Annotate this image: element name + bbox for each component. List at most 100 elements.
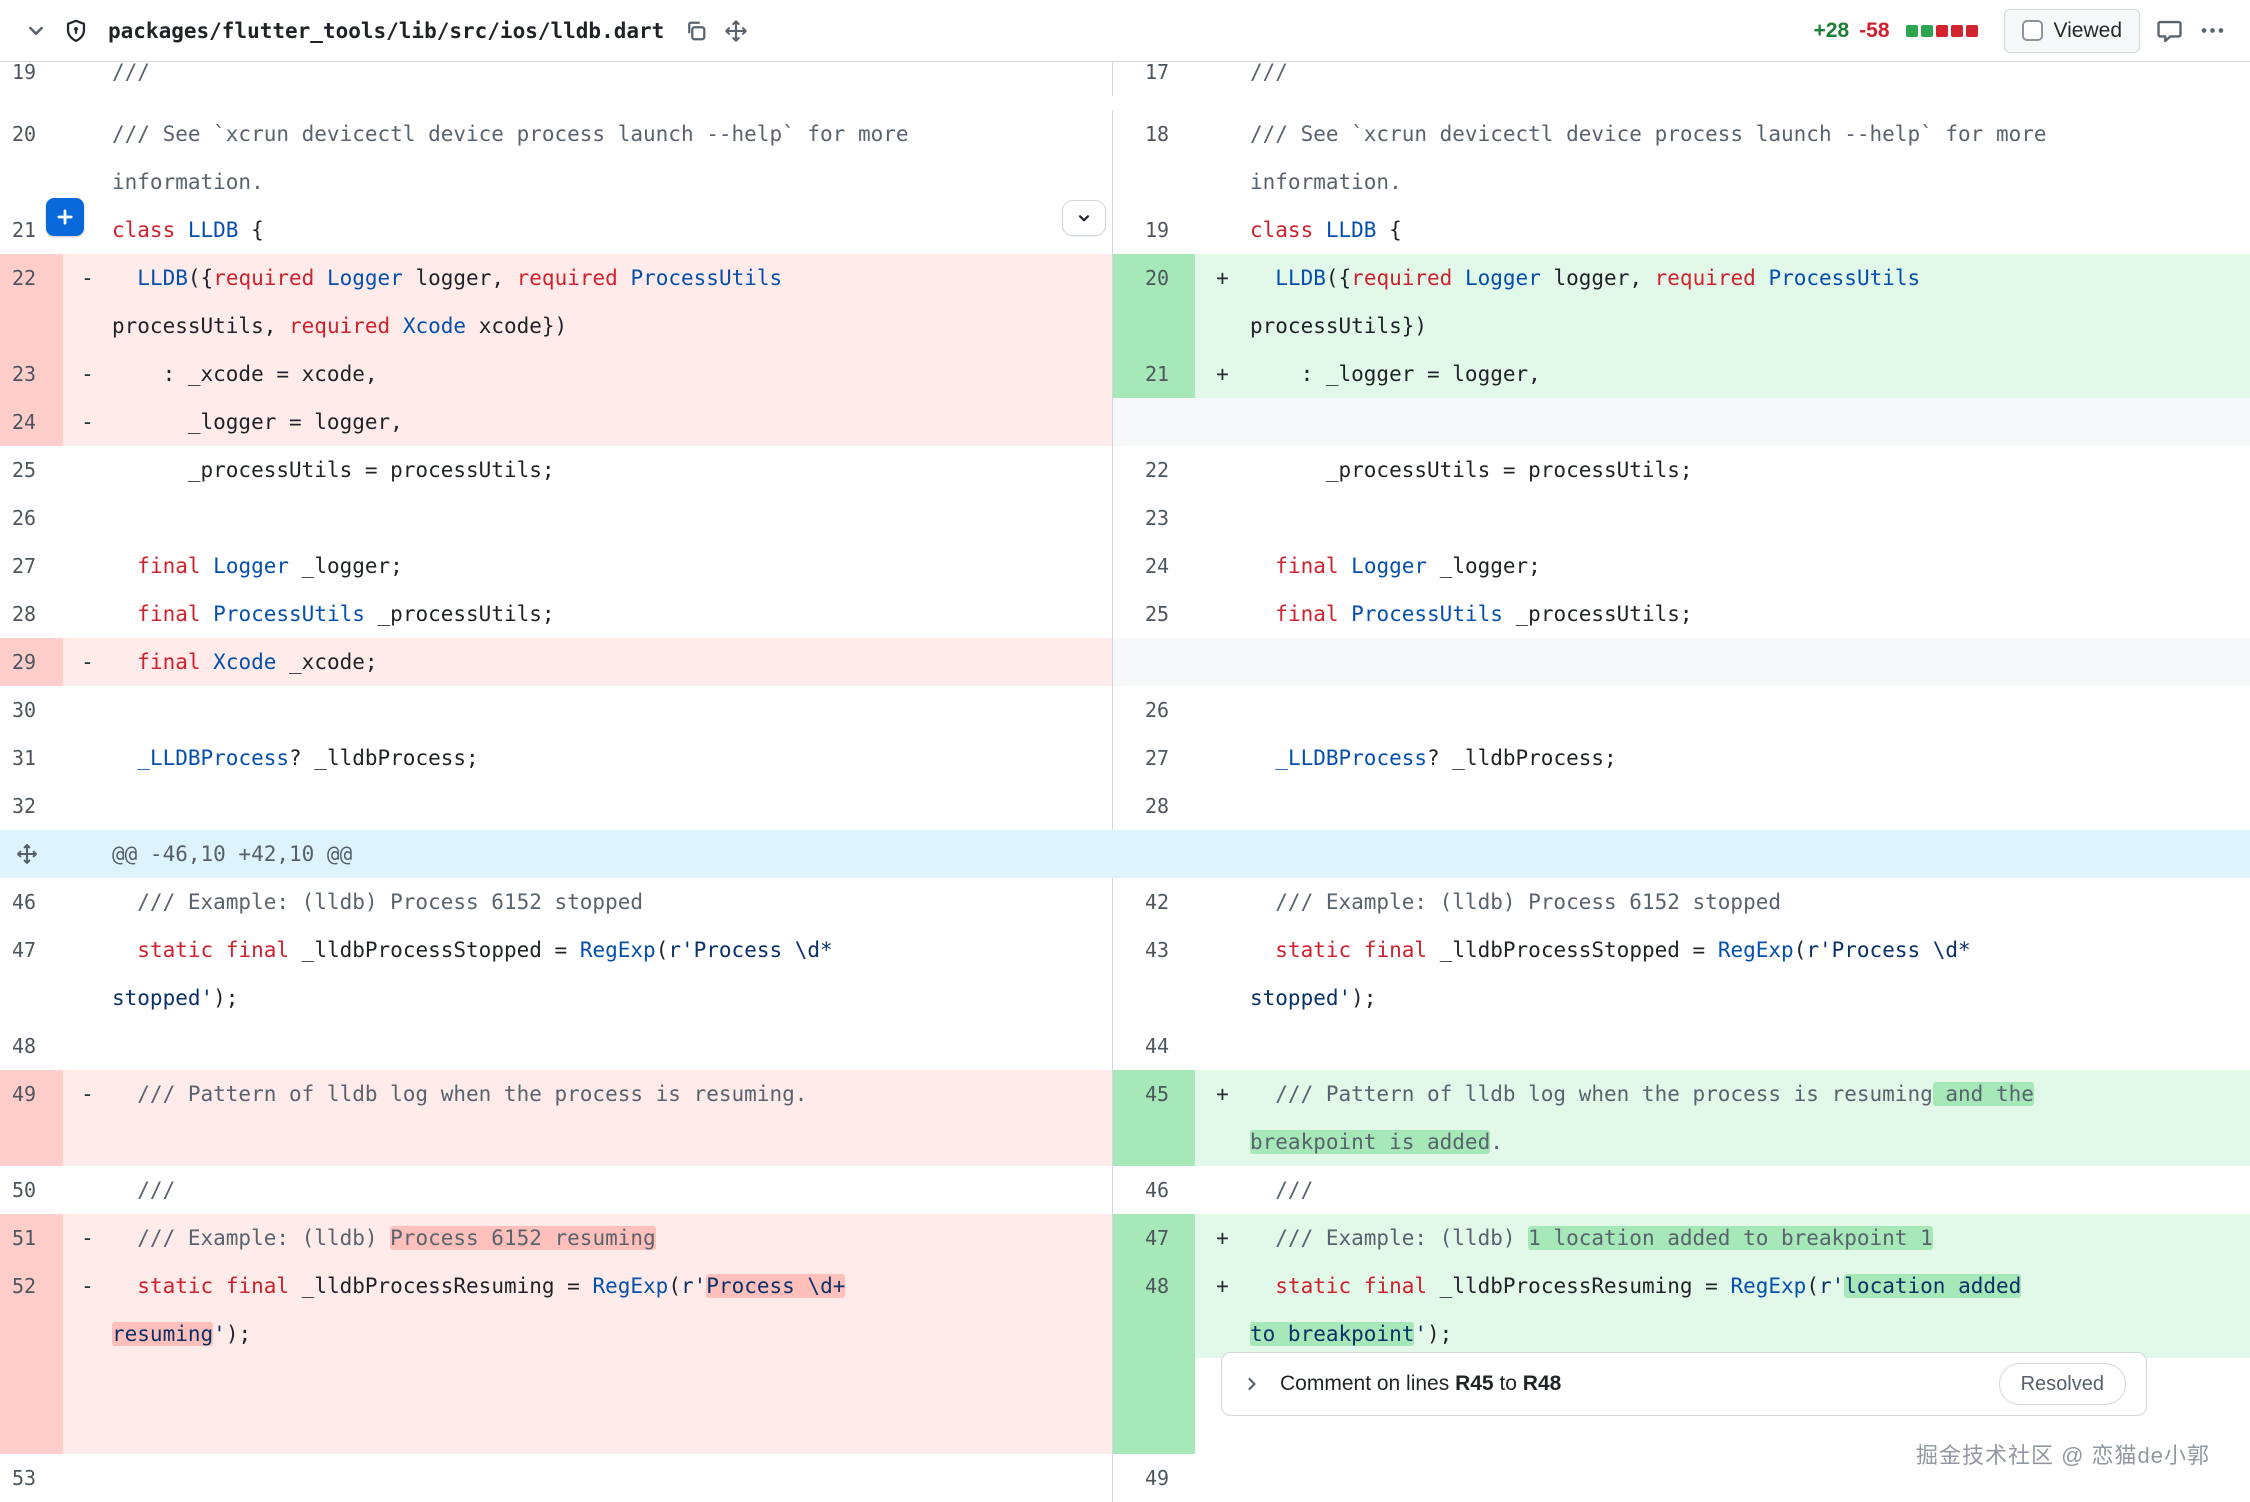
diff-cell-left: 46 /// Example: (lldb) Process 6152 stop… bbox=[0, 878, 1112, 926]
add-comment-button[interactable] bbox=[46, 198, 84, 236]
hunk-drag-icon[interactable] bbox=[16, 843, 38, 870]
line-number[interactable]: 46 bbox=[1113, 1166, 1195, 1214]
diffstat-block bbox=[1906, 25, 1918, 37]
line-number[interactable]: 47 bbox=[0, 926, 63, 1022]
diff-cell-right: 48+ static final _lldbProcessResuming = … bbox=[1112, 1262, 2250, 1358]
code-line: static final _lldbProcessResuming = RegE… bbox=[1250, 1262, 2242, 1310]
line-number[interactable]: 21 bbox=[1113, 350, 1195, 398]
line-number[interactable]: 29 bbox=[0, 638, 63, 686]
comment-icon[interactable] bbox=[2156, 17, 2183, 44]
diff-sign: - bbox=[63, 1214, 112, 1262]
line-number[interactable]: 23 bbox=[1113, 494, 1195, 542]
code-line: /// See `xcrun devicectl device process … bbox=[112, 110, 1104, 158]
line-number[interactable]: 26 bbox=[1113, 686, 1195, 734]
viewed-button[interactable]: Viewed bbox=[2004, 9, 2141, 53]
line-number[interactable]: 27 bbox=[0, 542, 63, 590]
diff-sign bbox=[63, 1358, 112, 1454]
line-number[interactable]: 20 bbox=[0, 110, 63, 206]
line-number[interactable]: 22 bbox=[0, 254, 63, 350]
line-number[interactable]: 51 bbox=[0, 1214, 63, 1262]
code-line: /// bbox=[1250, 62, 2242, 96]
diff-cell-right: 26 bbox=[1112, 686, 2250, 734]
diff-row: 25 _processUtils = processUtils;22 _proc… bbox=[0, 446, 2250, 494]
kebab-menu-icon[interactable] bbox=[2199, 17, 2226, 44]
line-number[interactable]: 48 bbox=[0, 1022, 63, 1070]
line-number[interactable]: 44 bbox=[1113, 1022, 1195, 1070]
line-number[interactable]: 46 bbox=[0, 878, 63, 926]
line-number bbox=[1113, 638, 1195, 686]
code-line: static final _lldbProcessStopped = RegEx… bbox=[1250, 926, 2242, 974]
comment-prefix: Comment on lines bbox=[1280, 1372, 1455, 1395]
move-icon[interactable] bbox=[724, 19, 748, 43]
line-number[interactable]: 50 bbox=[0, 1166, 63, 1214]
diff-sign bbox=[63, 926, 112, 1022]
line-number[interactable]: 42 bbox=[1113, 878, 1195, 926]
diff-cell-left: 47 static final _lldbProcessStopped = Re… bbox=[0, 926, 1112, 1022]
collapsed-thread-indicator[interactable] bbox=[1062, 200, 1106, 236]
line-number[interactable]: 47 bbox=[1113, 1214, 1195, 1262]
diff-sign bbox=[63, 590, 112, 638]
line-number[interactable]: 19 bbox=[1113, 206, 1195, 254]
diff-row: 47 static final _lldbProcessStopped = Re… bbox=[0, 926, 2250, 1022]
diff-sign bbox=[1195, 782, 1250, 830]
viewed-checkbox[interactable] bbox=[2022, 20, 2043, 41]
diff-sign bbox=[1195, 206, 1250, 254]
line-number[interactable]: 30 bbox=[0, 686, 63, 734]
line-number[interactable]: 48 bbox=[1113, 1262, 1195, 1358]
diff-cell-right bbox=[1112, 398, 2250, 446]
chevron-down-icon[interactable] bbox=[24, 19, 48, 43]
line-number[interactable]: 43 bbox=[1113, 926, 1195, 1022]
comment-thread[interactable]: Comment on lines R45 to R48 Resolved bbox=[1221, 1352, 2147, 1416]
diffstat-block bbox=[1936, 25, 1948, 37]
diff-sign bbox=[1195, 542, 1250, 590]
diff-cell-left: 28 final ProcessUtils _processUtils; bbox=[0, 590, 1112, 638]
line-number[interactable]: 22 bbox=[1113, 446, 1195, 494]
deletions-count: -58 bbox=[1859, 19, 1889, 43]
diff-sign bbox=[63, 1454, 112, 1502]
line-number[interactable]: 24 bbox=[1113, 542, 1195, 590]
line-number[interactable]: 26 bbox=[0, 494, 63, 542]
diff-sign bbox=[1195, 638, 1250, 686]
copy-icon[interactable] bbox=[684, 19, 708, 43]
diff-sign bbox=[1195, 446, 1250, 494]
line-number[interactable]: 28 bbox=[0, 590, 63, 638]
line-number[interactable]: 28 bbox=[1113, 782, 1195, 830]
code-line bbox=[1250, 686, 2242, 734]
diff-sign: + bbox=[1195, 1070, 1250, 1166]
hunk-row[interactable]: @@ -46,10 +42,10 @@ bbox=[0, 830, 2250, 878]
diff-sign: - bbox=[63, 1070, 112, 1166]
diff-cell-right: 44 bbox=[1112, 1022, 2250, 1070]
diff-cell-left: 23- : _xcode = xcode, bbox=[0, 350, 1112, 398]
diff-cell-right: 47+ /// Example: (lldb) 1 location added… bbox=[1112, 1214, 2250, 1262]
diff-sign: + bbox=[1195, 254, 1250, 350]
code-line: /// Example: (lldb) Process 6152 stopped bbox=[1250, 878, 2242, 926]
line-number[interactable]: 52 bbox=[0, 1262, 63, 1358]
line-number[interactable]: 49 bbox=[1113, 1454, 1195, 1502]
line-number[interactable]: 25 bbox=[0, 446, 63, 494]
line-number[interactable]: 23 bbox=[0, 350, 63, 398]
diff-cell-right: 25 final ProcessUtils _processUtils; bbox=[1112, 590, 2250, 638]
line-number[interactable]: 53 bbox=[0, 1454, 63, 1502]
line-number[interactable]: 24 bbox=[0, 398, 63, 446]
diff-row: 46 /// Example: (lldb) Process 6152 stop… bbox=[0, 878, 2250, 926]
line-number[interactable]: 20 bbox=[1113, 254, 1195, 350]
code-line: resuming'); bbox=[112, 1310, 1104, 1358]
code-line: LLDB({required Logger logger, required P… bbox=[112, 254, 1104, 302]
line-number[interactable]: 27 bbox=[1113, 734, 1195, 782]
line-number[interactable]: 45 bbox=[1113, 1070, 1195, 1166]
diff-rows: 19///17///20/// See `xcrun devicectl dev… bbox=[0, 62, 2250, 1502]
line-number[interactable]: 19 bbox=[0, 62, 63, 96]
code-line: static final _lldbProcessResuming = RegE… bbox=[112, 1262, 1104, 1310]
diff-sign: - bbox=[63, 398, 112, 446]
line-number[interactable]: 32 bbox=[0, 782, 63, 830]
diff-sign bbox=[63, 734, 112, 782]
line-number[interactable]: 17 bbox=[1113, 62, 1195, 96]
line-number[interactable]: 31 bbox=[0, 734, 63, 782]
diff-cell-right: 20+ LLDB({required Logger logger, requir… bbox=[1112, 254, 2250, 350]
line-number[interactable]: 25 bbox=[1113, 590, 1195, 638]
plus-icon bbox=[54, 206, 76, 228]
diff-row: 51- /// Example: (lldb) Process 6152 res… bbox=[0, 1214, 2250, 1262]
line-number[interactable]: 49 bbox=[0, 1070, 63, 1166]
diffstat-block bbox=[1966, 25, 1978, 37]
line-number[interactable]: 18 bbox=[1113, 110, 1195, 206]
